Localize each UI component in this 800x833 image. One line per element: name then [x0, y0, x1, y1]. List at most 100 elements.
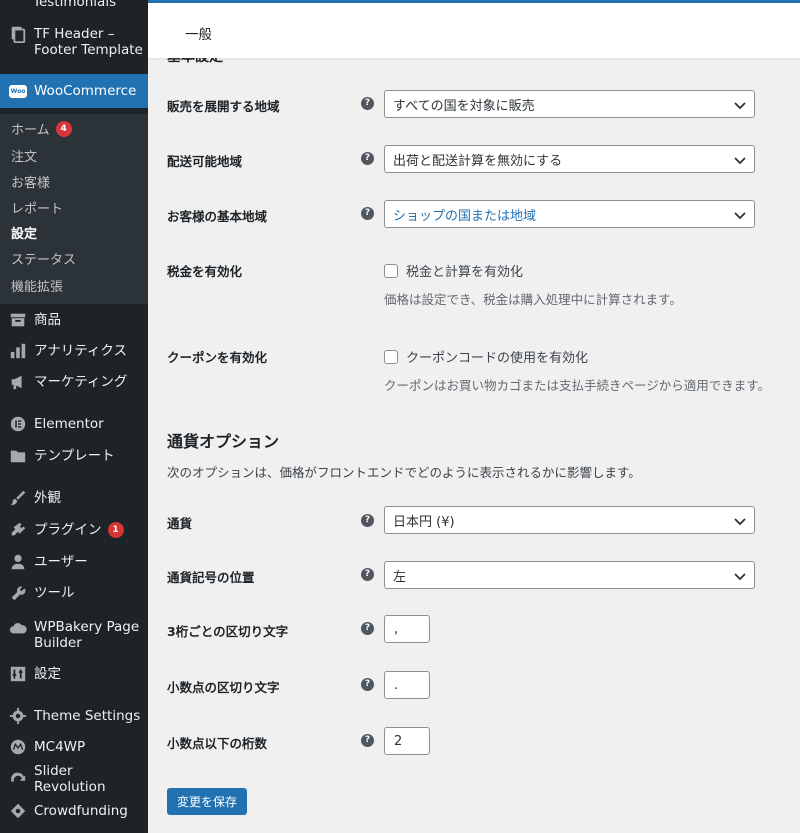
select-value: ショップの国または地域: [393, 208, 537, 224]
enable-coupons-checkbox-row[interactable]: クーポンコードの使用を有効化: [384, 347, 588, 366]
thousand-separator-input[interactable]: ,: [384, 615, 430, 643]
sidebar-item-slider-revolution[interactable]: Slider Revolution: [0, 763, 148, 795]
checkbox-label: クーポンコードの使用を有効化: [406, 351, 589, 366]
help-icon[interactable]: ?: [361, 568, 374, 581]
settings-tab-bar: 一般: [148, 0, 800, 58]
update-count-badge: 4: [55, 120, 72, 137]
enable-taxes-checkbox[interactable]: [384, 263, 398, 278]
sidebar-item-label: TF Header –: [34, 26, 115, 42]
crowdfunding-icon: [8, 801, 28, 821]
sidebar-item-tf-header[interactable]: TF Header – Footer Template: [0, 24, 148, 60]
sidebar-item-crowdfunding[interactable]: Crowdfunding: [0, 801, 148, 821]
sidebar-item-label: マーケティング: [34, 374, 128, 390]
sidebar-item-woocommerce[interactable]: Woo WooCommerce: [0, 74, 148, 108]
sidebar-item-label: WPBakery Page: [34, 619, 140, 635]
enable-coupons-checkbox[interactable]: [384, 349, 398, 364]
field-label: 配送可能地域: [167, 154, 243, 169]
archive-icon: [8, 310, 28, 330]
sidebar-item-label: MC4WP: [34, 739, 86, 755]
sidebar-item-label: 設定: [34, 666, 61, 682]
submenu-item-reports[interactable]: レポート: [11, 198, 63, 217]
sidebar-item-wpbakery[interactable]: WPBakery Page Builder: [0, 618, 148, 652]
field-description: 価格は設定でき、税金は購入処理中に計算されます。: [384, 292, 682, 307]
submenu-item-status[interactable]: ステータス: [11, 249, 76, 268]
save-changes-button[interactable]: 変更を保存: [167, 788, 247, 815]
help-icon[interactable]: ?: [361, 622, 374, 635]
chevron-down-icon: [734, 102, 746, 110]
currency-select[interactable]: 日本円 (¥): [384, 506, 755, 534]
field-label: 通貨記号の位置: [167, 570, 255, 585]
section-description: 次のオプションは、価格がフロントエンドでどのように表示されるかに影響します。: [167, 465, 641, 480]
folder-icon: [8, 446, 28, 466]
submenu-item-settings[interactable]: 設定: [11, 223, 37, 242]
refresh-icon: [8, 769, 28, 789]
submenu-item-home[interactable]: ホーム 4: [11, 119, 72, 138]
ship-locations-select[interactable]: 出荷と配送計算を無効にする: [384, 145, 755, 173]
sidebar-item-label: Elementor: [34, 416, 104, 432]
sidebar-item-label: ユーザー: [34, 554, 88, 570]
sidebar-item-analytics[interactable]: アナリティクス: [0, 341, 148, 361]
sidebar-item-marketing[interactable]: マーケティング: [0, 372, 148, 392]
submenu-item-extensions[interactable]: 機能拡張: [11, 276, 63, 295]
sidebar-item-label: テンプレート: [34, 448, 115, 464]
help-icon[interactable]: ?: [361, 97, 374, 110]
sidebar-item-testimonials[interactable]: Testimonials: [0, 0, 148, 10]
decimal-separator-input[interactable]: .: [384, 671, 430, 699]
sidebar-item-tools[interactable]: ツール: [0, 583, 148, 603]
sidebar-item-settings[interactable]: 設定: [0, 664, 148, 684]
woocommerce-icon: Woo: [8, 81, 28, 101]
admin-sidebar: Testimonials TF Header – Footer Template…: [0, 0, 148, 833]
sidebar-item-mc4wp[interactable]: MC4WP: [0, 737, 148, 757]
currency-position-select[interactable]: 左: [384, 561, 755, 589]
megaphone-icon: [8, 372, 28, 392]
chevron-down-icon: [734, 573, 746, 581]
sidebar-item-label: Testimonials: [33, 0, 117, 10]
chevron-down-icon: [734, 212, 746, 220]
sidebar-item-label: アナリティクス: [34, 343, 128, 359]
default-customer-location-select[interactable]: ショップの国または地域: [384, 200, 755, 228]
settings-icon: [8, 664, 28, 684]
help-icon[interactable]: ?: [361, 514, 374, 527]
select-value: 日本円 (¥): [393, 514, 455, 530]
sidebar-item-label: Footer Template: [34, 42, 143, 58]
bar-chart-icon: [8, 341, 28, 361]
help-icon[interactable]: ?: [361, 207, 374, 220]
sidebar-item-plugins[interactable]: プラグイン 1: [0, 520, 148, 540]
tab-general[interactable]: 一般: [185, 23, 212, 43]
sidebar-item-users[interactable]: ユーザー: [0, 552, 148, 572]
elementor-icon: [8, 414, 28, 434]
user-icon: [8, 552, 28, 572]
sidebar-item-label: Theme Settings: [34, 708, 141, 724]
sidebar-item-label: 外観: [34, 490, 61, 506]
enable-taxes-checkbox-row[interactable]: 税金と計算を有効化: [384, 261, 523, 280]
submenu-item-customers[interactable]: お客様: [11, 172, 50, 191]
cloud-icon: [8, 618, 28, 638]
wrench-icon: [8, 583, 28, 603]
sidebar-item-label: Builder: [34, 635, 82, 651]
sidebar-item-appearance[interactable]: 外観: [0, 488, 148, 508]
sidebar-item-theme-settings[interactable]: Theme Settings: [0, 706, 148, 726]
sell-locations-select[interactable]: すべての国を対象に販売: [384, 90, 755, 118]
number-of-decimals-input[interactable]: 2: [384, 727, 430, 755]
mc4wp-icon: [8, 737, 28, 757]
submenu-item-orders[interactable]: 注文: [11, 146, 37, 165]
chevron-down-icon: [734, 518, 746, 526]
sidebar-item-label: Slider Revolution: [34, 763, 106, 795]
sidebar-item-products[interactable]: 商品: [0, 310, 148, 330]
help-icon[interactable]: ?: [361, 734, 374, 747]
chevron-down-icon: [734, 157, 746, 165]
sidebar-item-label: プラグイン: [34, 522, 102, 538]
field-label: 3桁ごとの区切り文字: [167, 624, 289, 639]
sidebar-item-templates[interactable]: テンプレート: [0, 446, 148, 466]
field-label: お客様の基本地域: [167, 209, 268, 224]
sidebar-item-label: ツール: [34, 585, 75, 601]
help-icon[interactable]: ?: [361, 152, 374, 165]
field-description: クーポンはお買い物カゴまたは支払手続きページから適用できます。: [384, 378, 771, 393]
field-label: 小数点の区切り文字: [167, 680, 280, 695]
help-icon[interactable]: ?: [361, 678, 374, 691]
woocommerce-submenu: ホーム 4 注文 お客様 レポート 設定 ステータス 機能拡張: [0, 114, 148, 304]
sidebar-item-elementor[interactable]: Elementor: [0, 414, 148, 434]
sidebar-item-label: 商品: [34, 312, 61, 328]
select-value: 出荷と配送計算を無効にする: [393, 153, 563, 169]
field-label: 通貨: [167, 516, 193, 531]
